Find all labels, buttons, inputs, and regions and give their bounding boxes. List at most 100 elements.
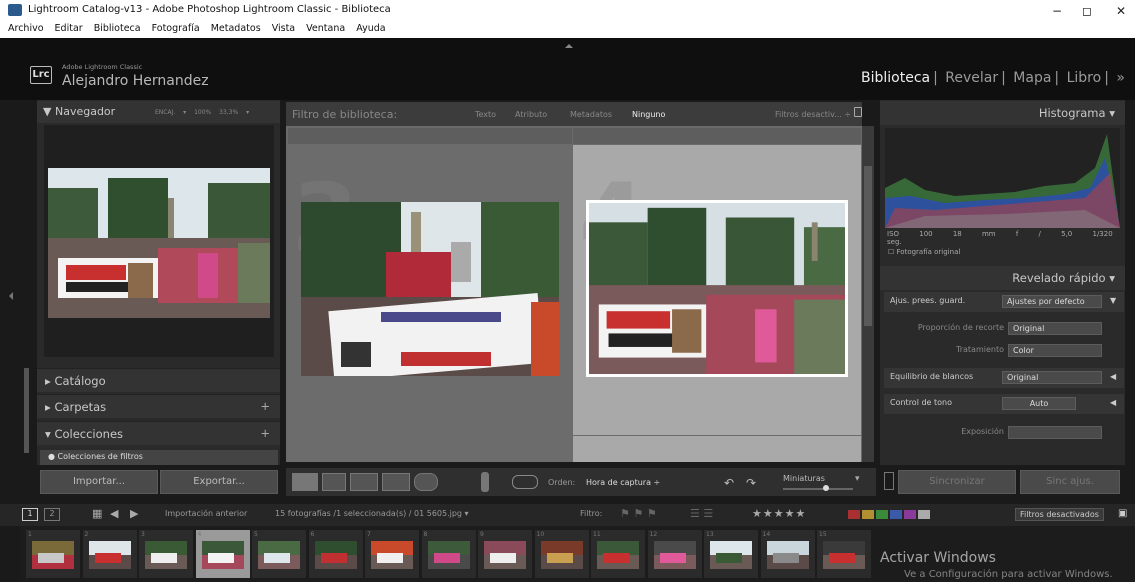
filmstrip-thumbnail[interactable]: 10 [534,530,589,578]
menu-biblioteca[interactable]: Biblioteca [94,23,141,34]
auto-sync-switch[interactable] [884,472,894,490]
label-red-swatch[interactable] [848,510,860,519]
module-mapa[interactable]: Mapa [1013,70,1051,86]
import-button[interactable]: Importar... [40,470,158,494]
qd-exposure-buttons[interactable] [1008,426,1102,439]
menu-ayuda[interactable]: Ayuda [356,23,385,34]
filmstrip-thumbnail[interactable]: 12 [647,530,702,578]
close-button[interactable]: ✕ [1116,4,1126,18]
grid-small-icon[interactable]: ▦ [92,507,102,520]
sort-direction-icon[interactable] [512,475,538,489]
grid-scrollbar[interactable] [862,126,874,462]
compare-view-icon[interactable] [350,473,378,491]
module-libro[interactable]: Libro [1067,70,1102,86]
source-label[interactable]: Importación anterior [165,509,247,518]
filmstrip-thumbnail[interactable]: 6 [308,530,363,578]
filmstrip-thumbnail[interactable]: 5 [252,530,306,578]
people-view-icon[interactable] [414,473,438,491]
filmstrip-thumbnail[interactable]: 9 [478,530,532,578]
histogram-header[interactable]: Histograma ▾ [880,101,1125,125]
section-catalogo[interactable]: ▸ Catálogo [37,368,280,392]
filmstrip-thumbnail[interactable]: 3 [139,530,193,578]
filmstrip-thumbnail[interactable]: 11 [591,530,645,578]
sort-select[interactable]: Hora de captura ÷ [586,478,660,487]
survey-view-icon[interactable] [382,473,410,491]
filters-off-select[interactable]: Filtros desactivados [1015,508,1104,521]
filmstrip-thumbnail[interactable]: 7 [365,530,419,578]
collapse-triangle-icon[interactable]: ◀ [1110,398,1116,407]
add-folder-button[interactable]: + [260,399,270,413]
sync-button[interactable]: Sincronizar [898,470,1016,494]
qd-preset-select[interactable]: Ajustes por defecto [1002,295,1102,308]
filmstrip-thumbnail[interactable]: 8 [421,530,476,578]
collapse-triangle-icon[interactable]: ◀ [1110,372,1116,381]
filter-preset-select[interactable]: Filtros desactiv... ÷ [775,110,851,119]
thumbnail-size-slider[interactable] [783,485,853,491]
painter-icon[interactable] [481,472,489,492]
collapse-left-icon[interactable] [9,292,13,300]
minimize-button[interactable]: − [1052,4,1062,18]
thumbnail-index: 9 [480,531,484,538]
filmstrip-thumbnail[interactable]: 14 [760,530,815,578]
flag-filter-icon[interactable]: ⚑ ⚑ ⚑ [620,507,657,520]
menu-vista[interactable]: Vista [272,23,295,34]
rotate-right-icon[interactable]: ↷ [746,476,756,490]
label-green-swatch[interactable] [876,510,888,519]
section-colecciones[interactable]: ▾ Colecciones + [37,421,280,445]
secondary-window-button[interactable]: 2 [44,508,60,521]
qd-crop-select[interactable]: Original [1008,322,1102,335]
menu-ventana[interactable]: Ventana [306,23,345,34]
maximize-button[interactable]: ◻ [1082,4,1092,18]
loupe-view-icon[interactable] [322,473,346,491]
edit-filter-icon[interactable]: ☰ ☰ [690,507,713,520]
left-scrollbar[interactable] [24,368,29,453]
section-carpetas[interactable]: ▸ Carpetas + [37,394,280,418]
scroll-thumb[interactable] [864,166,872,326]
label-blue-swatch[interactable] [890,510,902,519]
sync-settings-button[interactable]: Sinc ajus. [1020,470,1120,494]
filmstrip-thumbnail[interactable]: 2 [82,530,137,578]
back-arrow-icon[interactable]: ◀ [110,507,118,520]
menu-metadatos[interactable]: Metadatos [211,23,261,34]
filter-tab-atributo[interactable]: Atributo [515,110,547,119]
lock-icon[interactable] [854,107,862,117]
photo-count[interactable]: 15 fotografías /1 seleccionada(s) / 01 5… [275,509,469,518]
label-purple-swatch[interactable] [904,510,916,519]
grid-photo-4-selected[interactable] [586,200,848,377]
filter-tab-metadatos[interactable]: Metadatos [570,110,612,119]
export-button[interactable]: Exportar... [160,470,278,494]
qd-treatment-select[interactable]: Color [1008,344,1102,357]
slider-handle[interactable] [823,485,829,491]
qd-wb-select[interactable]: Original [1002,371,1102,384]
collection-filter-item[interactable]: ● Colecciones de filtros [40,450,278,465]
filmstrip-thumbnail[interactable]: 4 [195,530,250,578]
module-revelar[interactable]: Revelar [945,70,998,86]
label-yellow-swatch[interactable] [862,510,874,519]
filmstrip-thumbnail[interactable]: 13 [704,530,758,578]
collapse-top-icon[interactable] [565,44,573,48]
collapse-triangle-icon[interactable]: ▼ [1110,296,1116,305]
label-none-swatch[interactable] [918,510,930,519]
add-collection-button[interactable]: + [260,426,270,440]
primary-window-button[interactable]: 1 [22,508,38,521]
lock-filter-icon[interactable]: ▣ [1118,508,1127,519]
original-photo-checkbox[interactable]: ☐ Fotografía original [888,248,960,256]
forward-arrow-icon[interactable]: ▶ [130,507,138,520]
grid-photo-3[interactable] [301,202,559,376]
menu-editar[interactable]: Editar [55,23,83,34]
filmstrip-thumbnail[interactable]: 15 [817,530,871,578]
rotate-left-icon[interactable]: ↶ [724,476,734,490]
filter-tab-texto[interactable]: Texto [475,110,496,119]
star-rating-filter[interactable]: ★★★★★ [752,507,806,520]
quick-develop-header[interactable]: Revelado rápido ▾ [880,266,1125,290]
navigator-zoom-options[interactable]: ENCAJ. ▾ 100% 33,3% ▾ [155,109,249,116]
module-more-button[interactable]: » [1116,70,1125,86]
module-biblioteca[interactable]: Biblioteca [861,70,930,86]
toolbar-menu-icon[interactable]: ▾ [855,474,860,484]
qd-auto-button[interactable]: Auto [1002,397,1076,410]
menu-archivo[interactable]: Archivo [8,23,44,34]
menu-fotografia[interactable]: Fotografía [152,23,200,34]
filmstrip-thumbnail[interactable]: 1 [26,530,80,578]
filter-tab-ninguno[interactable]: Ninguno [632,110,665,119]
grid-view-icon[interactable] [292,473,318,491]
